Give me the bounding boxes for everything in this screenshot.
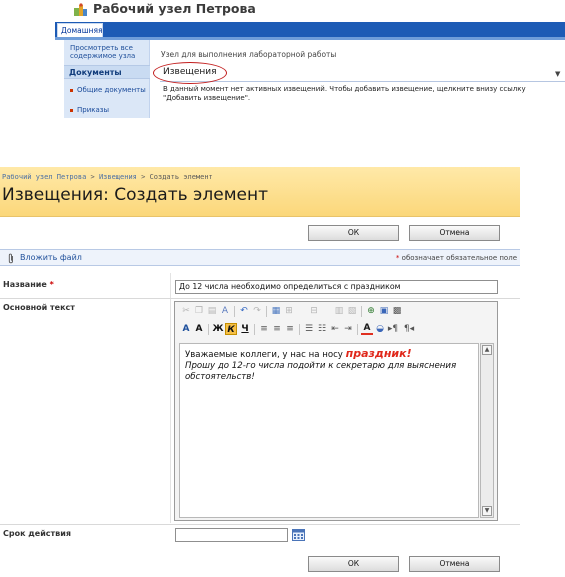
quick-launch-item-orders[interactable]: Приказы <box>70 106 109 114</box>
font-size-icon[interactable]: A <box>193 323 205 335</box>
copy-icon[interactable]: ❐ <box>193 305 205 317</box>
split-cells-icon[interactable]: ▧ <box>346 305 358 317</box>
redo-icon[interactable]: ↷ <box>251 305 263 317</box>
cancel-button-top[interactable]: Отмена <box>409 225 500 241</box>
decrease-indent-icon[interactable]: ⇤ <box>329 323 341 335</box>
align-right-icon[interactable]: ≡ <box>284 323 296 335</box>
merge-cells-icon[interactable]: ▥ <box>333 305 345 317</box>
view-all-content-link[interactable]: Просмотреть все содержимое узла <box>70 44 148 60</box>
scroll-down-icon[interactable]: ▼ <box>482 506 492 516</box>
quick-launch-item-shared-documents[interactable]: Общие документы <box>70 86 146 94</box>
bold-icon[interactable]: Ж <box>212 323 224 335</box>
table-columns-icon[interactable]: ⊟ <box>308 305 320 317</box>
breadcrumb: Рабочий узел Петрова > Извещения > Созда… <box>2 173 213 181</box>
bullet-icon <box>70 88 73 92</box>
site-title[interactable]: Рабочий узел Петрова <box>93 1 256 16</box>
italic-icon[interactable]: К <box>225 323 237 335</box>
align-center-icon[interactable]: ≡ <box>271 323 283 335</box>
numbered-list-icon[interactable]: ☰ <box>303 323 315 335</box>
title-input[interactable]: До 12 числа необходимо определиться с пр… <box>175 280 498 294</box>
announcements-empty-message: В данный момент нет активных извещений. … <box>163 85 526 102</box>
editor-content-area[interactable]: Уважаемые коллеги, у нас на носу праздни… <box>179 343 479 518</box>
spellcheck-icon[interactable]: A <box>219 305 231 317</box>
expires-date-input[interactable] <box>175 528 288 542</box>
ok-button-top[interactable]: ОК <box>308 225 399 241</box>
background-color-icon[interactable]: ◒ <box>374 323 386 335</box>
screenshot-root: Рабочий узел Петрова Домашняя Просмотрет… <box>0 0 565 577</box>
new-item-form-screenshot: Рабочий узел Петрова > Извещения > Созда… <box>0 167 565 577</box>
tab-home[interactable]: Домашняя <box>57 23 103 37</box>
ltr-direction-icon[interactable]: ▸¶ <box>387 323 399 335</box>
bullet-icon <box>70 108 73 112</box>
toolbar-separator <box>266 306 267 317</box>
editor-greeting: Уважаемые коллеги, у нас на носу <box>185 350 346 360</box>
editor-scrollbar[interactable]: ▲ ▼ <box>480 343 494 518</box>
calendar-icon[interactable] <box>292 529 305 541</box>
title-label-text: Название <box>3 280 47 289</box>
editor-line-1: Уважаемые коллеги, у нас на носу праздни… <box>185 348 473 361</box>
bulleted-list-icon[interactable]: ☷ <box>316 323 328 335</box>
text-color-icon[interactable]: A <box>361 323 373 335</box>
editor-line-2: Прошу до 12-го числа подойти к секретарю… <box>185 361 457 382</box>
scroll-up-icon[interactable]: ▲ <box>482 345 492 355</box>
toolbar-separator <box>254 324 255 335</box>
attach-file-link[interactable]: Вложить файл <box>20 253 82 262</box>
paperclip-icon <box>8 253 13 264</box>
rtl-direction-icon[interactable]: ¶◂ <box>403 323 415 335</box>
table-rows-icon[interactable]: ⊞ <box>283 305 295 317</box>
undo-icon[interactable]: ↶ <box>238 305 250 317</box>
form-column-separator <box>170 273 171 523</box>
webpart-menu-arrow-icon[interactable]: ▼ <box>555 70 560 78</box>
breadcrumb-separator: > <box>136 173 150 181</box>
toolbar-separator <box>208 324 209 335</box>
cancel-button-bottom[interactable]: Отмена <box>409 556 500 572</box>
cut-icon[interactable]: ✂ <box>180 305 192 317</box>
webpart-title-underline <box>160 81 565 82</box>
quick-launch-section-documents[interactable]: Документы <box>64 65 150 79</box>
paste-icon[interactable]: ▤ <box>206 305 218 317</box>
align-left-icon[interactable]: ≡ <box>258 323 270 335</box>
editor-toolbar: ✂ ❐ ▤ A ↶ ↷ ▦ ⊞ ⊟ ▥ ▧ ⊕ ▣ ▩ A A Ж К Ч ≡ … <box>175 302 497 342</box>
site-home-screenshot: Рабочий узел Петрова Домашняя Просмотрет… <box>0 0 565 118</box>
annotation-circle <box>153 62 227 84</box>
required-note-text: обозначает обязательное поле <box>401 254 517 262</box>
quick-launch-panel: Просмотреть все содержимое узла Документ… <box>64 40 150 118</box>
quick-launch-item-label: Общие документы <box>77 86 146 94</box>
editor-highlight-word: праздник! <box>345 347 412 360</box>
breadcrumb-separator: > <box>86 173 99 181</box>
breadcrumb-current: Создать элемент <box>149 173 213 181</box>
page-title-area: Рабочий узел Петрова > Извещения > Созда… <box>0 167 520 217</box>
top-navigation-bar: Домашняя <box>55 22 565 37</box>
body-field-label: Основной текст <box>3 303 75 312</box>
required-field-note: * обозначает обязательное поле <box>396 254 517 262</box>
page-title: Извещения: Создать элемент <box>2 185 268 205</box>
form-toolbar: Вложить файл * обозначает обязательное п… <box>0 249 520 266</box>
underline-icon[interactable]: Ч <box>239 323 251 335</box>
site-logo-icon <box>74 3 87 16</box>
breadcrumb-list-link[interactable]: Извещения <box>99 173 137 181</box>
toolbar-separator <box>299 324 300 335</box>
expires-field-label: Срок действия <box>3 529 71 538</box>
title-field-label: Название * <box>3 280 54 289</box>
required-star: * <box>395 254 400 262</box>
breadcrumb-site-link[interactable]: Рабочий узел Петрова <box>2 173 86 181</box>
toolbar-separator <box>234 306 235 317</box>
ok-button-bottom[interactable]: ОК <box>308 556 399 572</box>
toolbar-separator <box>361 306 362 317</box>
required-star: * <box>49 280 54 289</box>
quick-launch-item-label: Приказы <box>77 106 110 114</box>
edit-html-source-icon[interactable]: ▩ <box>391 305 403 317</box>
rich-text-editor: ✂ ❐ ▤ A ↶ ↷ ▦ ⊞ ⊟ ▥ ▧ ⊕ ▣ ▩ A A Ж К Ч ≡ … <box>174 301 498 521</box>
site-description: Узел для выполнения лабораторной работы <box>161 50 337 59</box>
increase-indent-icon[interactable]: ⇥ <box>342 323 354 335</box>
insert-table-icon[interactable]: ▦ <box>270 305 282 317</box>
row-separator <box>0 524 520 525</box>
font-icon[interactable]: A <box>180 323 192 335</box>
insert-hyperlink-icon[interactable]: ⊕ <box>365 305 377 317</box>
row-separator <box>0 298 520 299</box>
insert-image-icon[interactable]: ▣ <box>378 305 390 317</box>
toolbar-separator <box>357 324 358 335</box>
